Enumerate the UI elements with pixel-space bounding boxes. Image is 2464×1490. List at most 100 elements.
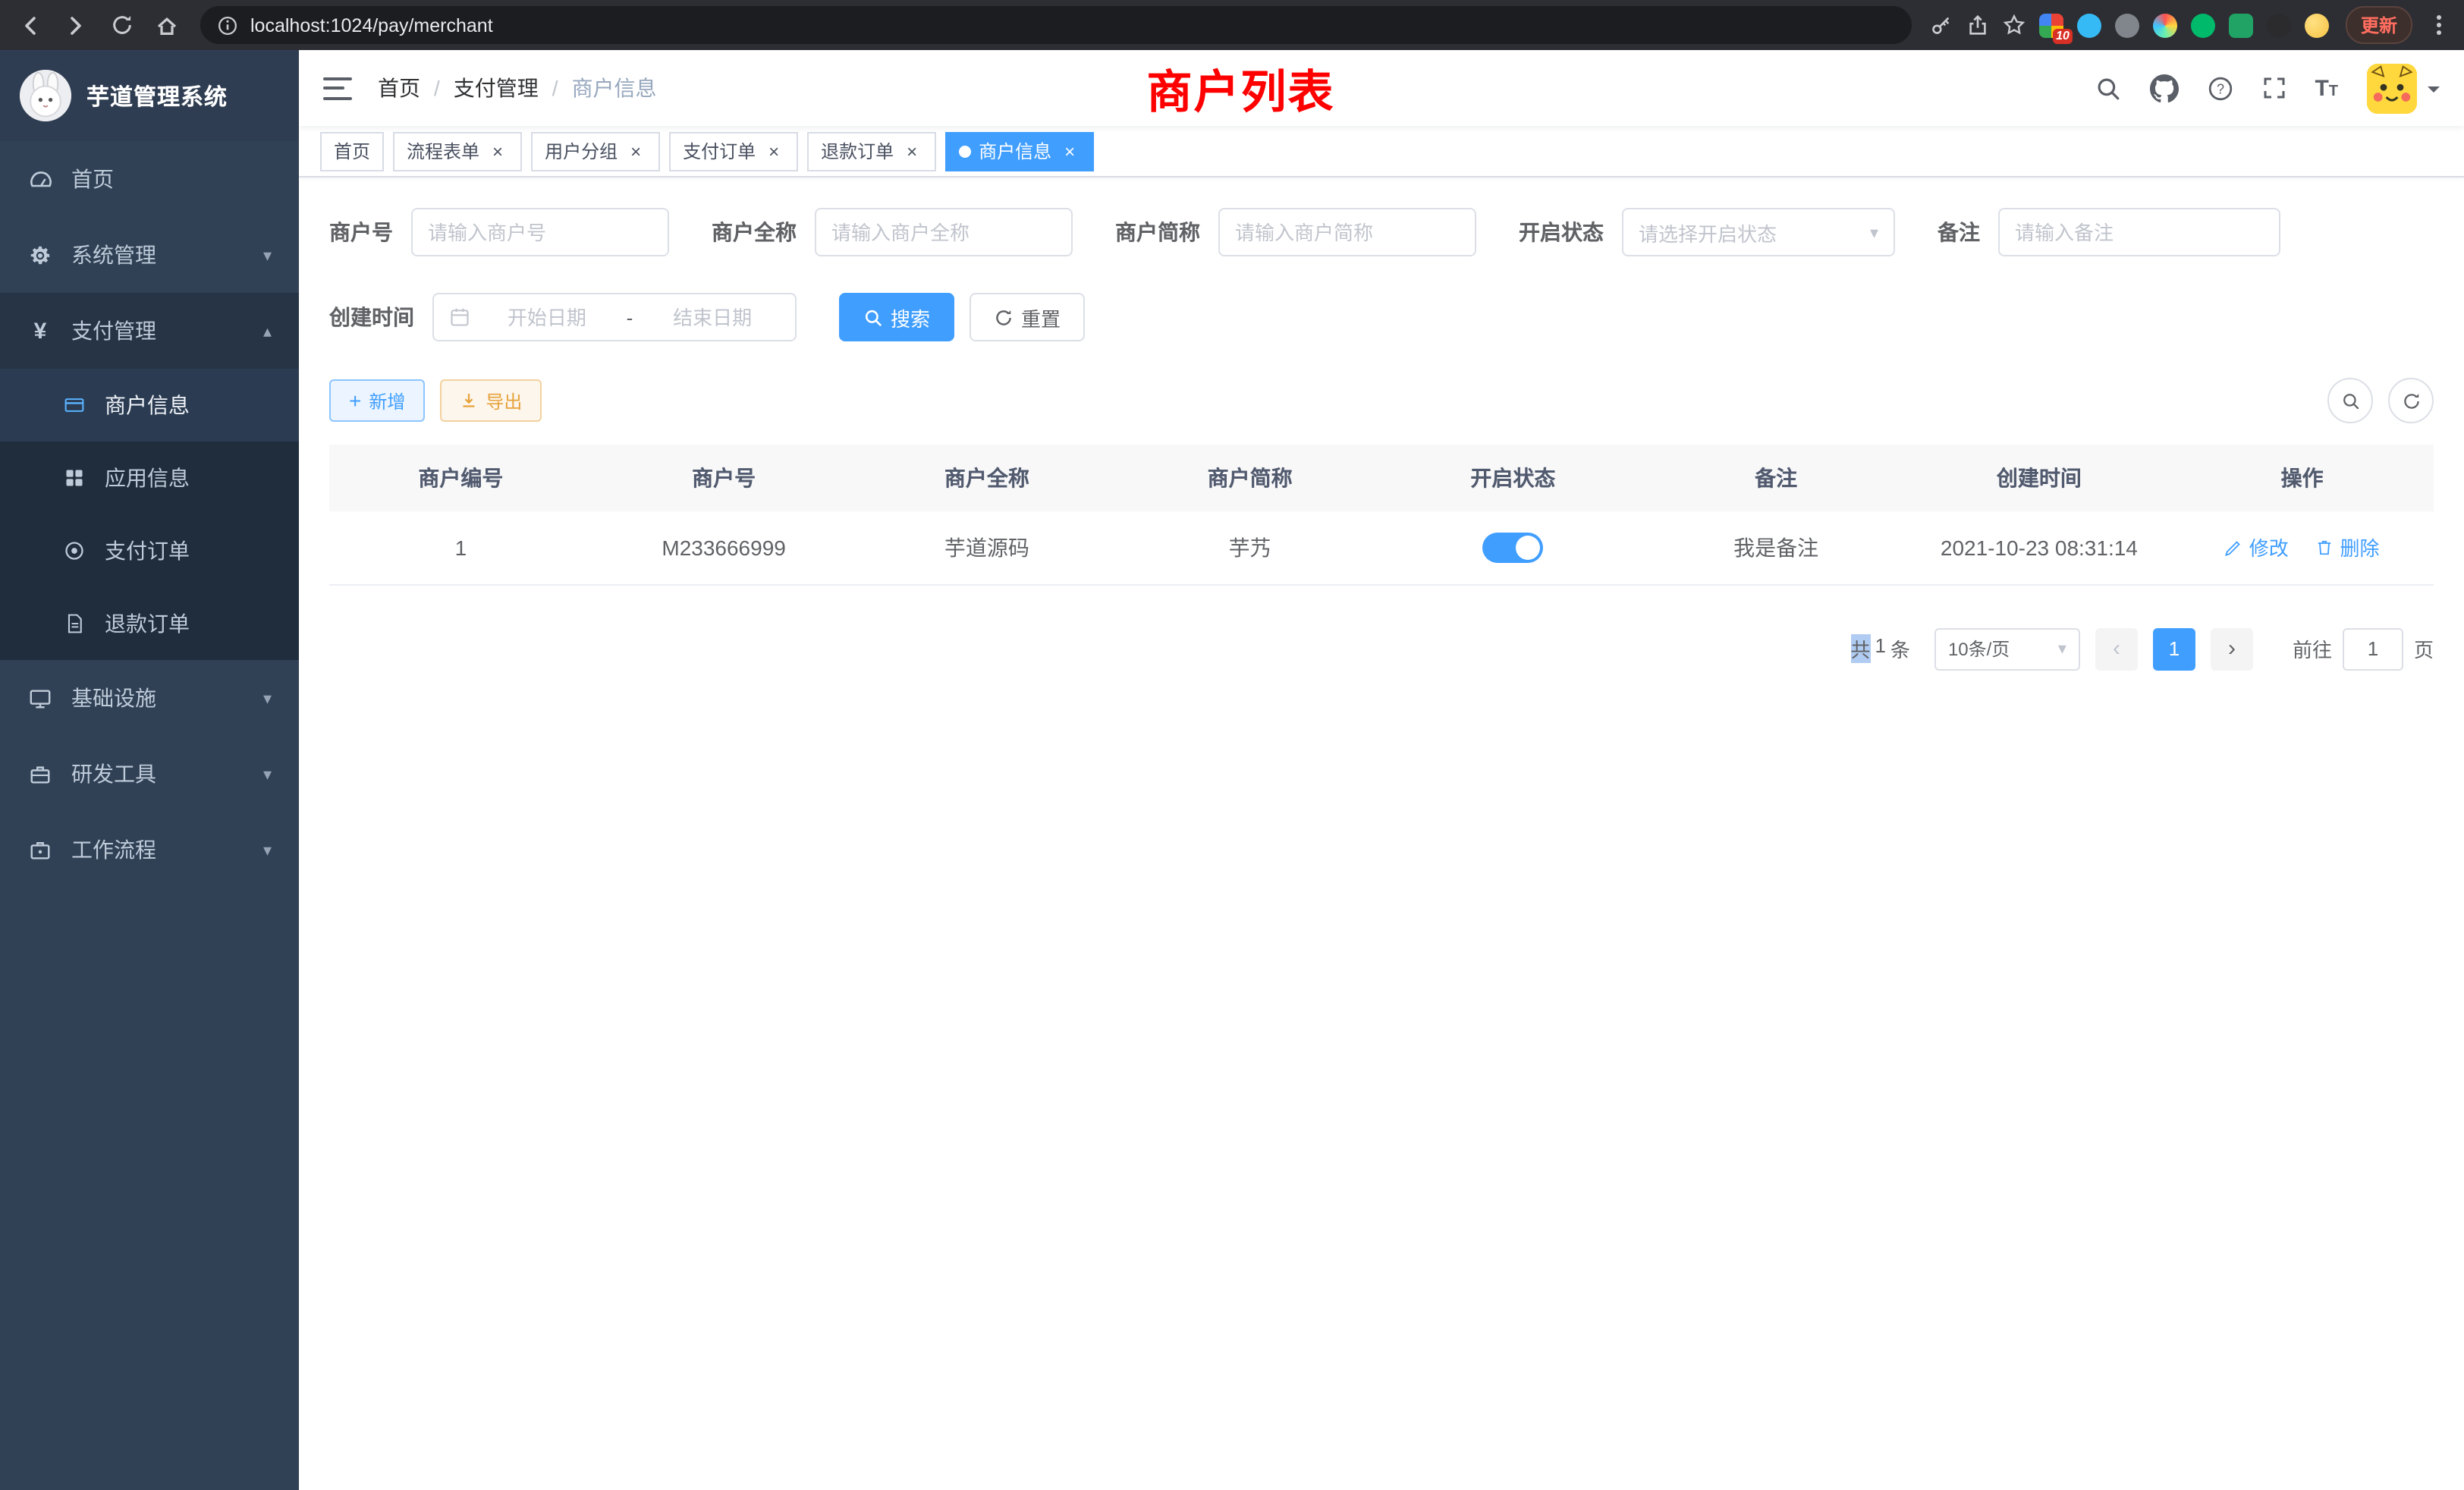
search-button[interactable]: 搜索 (839, 293, 954, 341)
extension-icon[interactable] (2153, 13, 2177, 37)
browser-menu-icon[interactable] (2429, 15, 2449, 35)
goto-page-input[interactable] (2343, 627, 2403, 670)
extension-icon[interactable] (2229, 13, 2253, 37)
screen: localhost:1024/pay/merchant 10 更新 (0, 0, 2464, 1490)
filter-merchant-short-name: 商户简称 (1115, 208, 1476, 256)
right-toolbar (2327, 378, 2434, 423)
delete-link-label: 删除 (2340, 533, 2380, 562)
font-size-icon[interactable]: TT (2315, 77, 2338, 99)
reset-button[interactable]: 重置 (970, 293, 1085, 341)
export-button[interactable]: 导出 (440, 379, 542, 422)
app-logo[interactable]: 芋道管理系统 (0, 50, 299, 141)
plus-icon: + (349, 390, 361, 411)
extension-icon[interactable] (2077, 13, 2101, 37)
sidebar-item-infrastructure[interactable]: 基础设施 ▾ (0, 660, 299, 736)
merchant-no-input[interactable] (428, 221, 652, 244)
merchant-short-name-input[interactable] (1235, 221, 1460, 244)
sidebar-menu: 首页 系统管理 ▾ ¥ 支付管理 ▴ 商户信息 (0, 141, 299, 888)
chevron-down-icon: ▾ (2058, 639, 2066, 659)
status-toggle[interactable] (1482, 533, 1543, 563)
breadcrumb-home[interactable]: 首页 (378, 73, 420, 103)
tab-refund-order[interactable]: 退款订单 × (807, 131, 936, 171)
add-button[interactable]: + 新增 (329, 379, 425, 422)
refresh-button[interactable] (2388, 378, 2434, 423)
password-key-icon[interactable] (1930, 14, 1953, 36)
help-icon[interactable]: ? (2207, 75, 2233, 101)
sidebar-item-workflow[interactable]: 工作流程 ▾ (0, 812, 299, 888)
export-button-label: 导出 (486, 388, 522, 413)
extension-icon[interactable] (2267, 13, 2291, 37)
share-icon[interactable] (1966, 14, 1989, 36)
page-1-button[interactable]: 1 (2153, 627, 2195, 670)
column-header: 创建时间 (1908, 445, 2171, 511)
start-date-input[interactable] (479, 306, 614, 328)
extension-icon[interactable] (2115, 13, 2139, 37)
select-placeholder: 请选择开启状态 (1639, 218, 1777, 247)
end-date-input[interactable] (645, 306, 780, 328)
pagination-total: 共 1 条 (1850, 634, 1910, 663)
column-header: 商户编号 (329, 445, 592, 511)
gear-icon (27, 244, 53, 266)
extensions-icon[interactable]: 10 (2039, 13, 2063, 37)
remark-input[interactable] (2015, 221, 2264, 244)
calendar-icon (449, 306, 470, 328)
breadcrumb-separator: / (552, 76, 558, 100)
browser-update-button[interactable]: 更新 (2346, 6, 2412, 44)
extension-icon[interactable] (2191, 13, 2215, 37)
close-icon[interactable]: × (763, 140, 784, 162)
dashboard-icon (27, 167, 53, 191)
sidebar-item-payment[interactable]: ¥ 支付管理 ▴ (0, 293, 299, 369)
sidebar-item-pay-order[interactable]: 支付订单 (0, 514, 299, 587)
sidebar-item-merchant-info[interactable]: 商户信息 (0, 369, 299, 442)
monitor-icon (27, 687, 53, 709)
column-header: 备注 (1645, 445, 1908, 511)
delete-link[interactable]: 删除 (2316, 533, 2380, 562)
tab-home[interactable]: 首页 (320, 131, 384, 171)
browser-reload-button[interactable] (100, 4, 143, 46)
search-icon[interactable] (2095, 75, 2120, 101)
close-icon[interactable]: × (487, 140, 508, 162)
page-size-select[interactable]: 10条/页 ▾ (1934, 627, 2080, 670)
sidebar-item-app-info[interactable]: 应用信息 (0, 442, 299, 514)
profile-avatar-icon[interactable] (2305, 13, 2329, 37)
bookmark-star-icon[interactable] (2003, 14, 2026, 36)
prev-page-button[interactable]: ‹ (2095, 627, 2138, 670)
filter-label: 商户号 (329, 217, 393, 247)
chevron-down-icon: ▾ (263, 245, 272, 265)
tab-merchant-info[interactable]: 商户信息 × (945, 131, 1094, 171)
tab-process-form[interactable]: 流程表单 × (393, 131, 522, 171)
site-info-icon[interactable] (217, 14, 238, 36)
browser-back-button[interactable] (9, 4, 52, 46)
payment-submenu: 商户信息 应用信息 支付订单 (0, 369, 299, 660)
next-page-button[interactable]: › (2211, 627, 2253, 670)
github-icon[interactable] (2149, 74, 2178, 102)
filter-remark: 备注 (1938, 208, 2280, 256)
sidebar-item-dev-tools[interactable]: 研发工具 ▾ (0, 736, 299, 812)
sidebar-item-system[interactable]: 系统管理 ▾ (0, 217, 299, 293)
close-icon[interactable]: × (625, 140, 646, 162)
user-avatar-menu[interactable] (2367, 63, 2440, 113)
sidebar-toggle-icon[interactable] (323, 77, 352, 99)
merchant-name-input[interactable] (831, 221, 1056, 244)
browser-home-button[interactable] (146, 4, 188, 46)
tab-label: 首页 (334, 138, 370, 164)
browser-forward-button[interactable] (55, 4, 97, 46)
tab-pay-order[interactable]: 支付订单 × (669, 131, 798, 171)
status-select[interactable]: 请选择开启状态 ▾ (1622, 208, 1895, 256)
breadcrumb-payment[interactable]: 支付管理 (454, 73, 539, 103)
sidebar-item-refund-order[interactable]: 退款订单 (0, 587, 299, 660)
create-time-range-picker[interactable]: - (432, 293, 797, 341)
tab-user-group[interactable]: 用户分组 × (531, 131, 660, 171)
close-icon[interactable]: × (1059, 140, 1080, 162)
table-toolbar: + 新增 导出 (329, 378, 2434, 423)
cell-remark: 我是备注 (1645, 511, 1908, 584)
sidebar-item-home[interactable]: 首页 (0, 141, 299, 217)
cell-merchant-no: M233666999 (592, 511, 856, 584)
address-bar[interactable]: localhost:1024/pay/merchant (200, 6, 1912, 44)
pagination: 共 1 条 10条/页 ▾ ‹ 1 › 前往 页 (329, 627, 2434, 670)
close-icon[interactable]: × (901, 140, 922, 162)
edit-link[interactable]: 修改 (2225, 533, 2289, 562)
toggle-search-button[interactable] (2327, 378, 2373, 423)
fullscreen-icon[interactable] (2261, 76, 2286, 100)
table-header-row: 商户编号 商户号 商户全称 商户简称 开启状态 备注 创建时间 操作 (329, 445, 2434, 511)
